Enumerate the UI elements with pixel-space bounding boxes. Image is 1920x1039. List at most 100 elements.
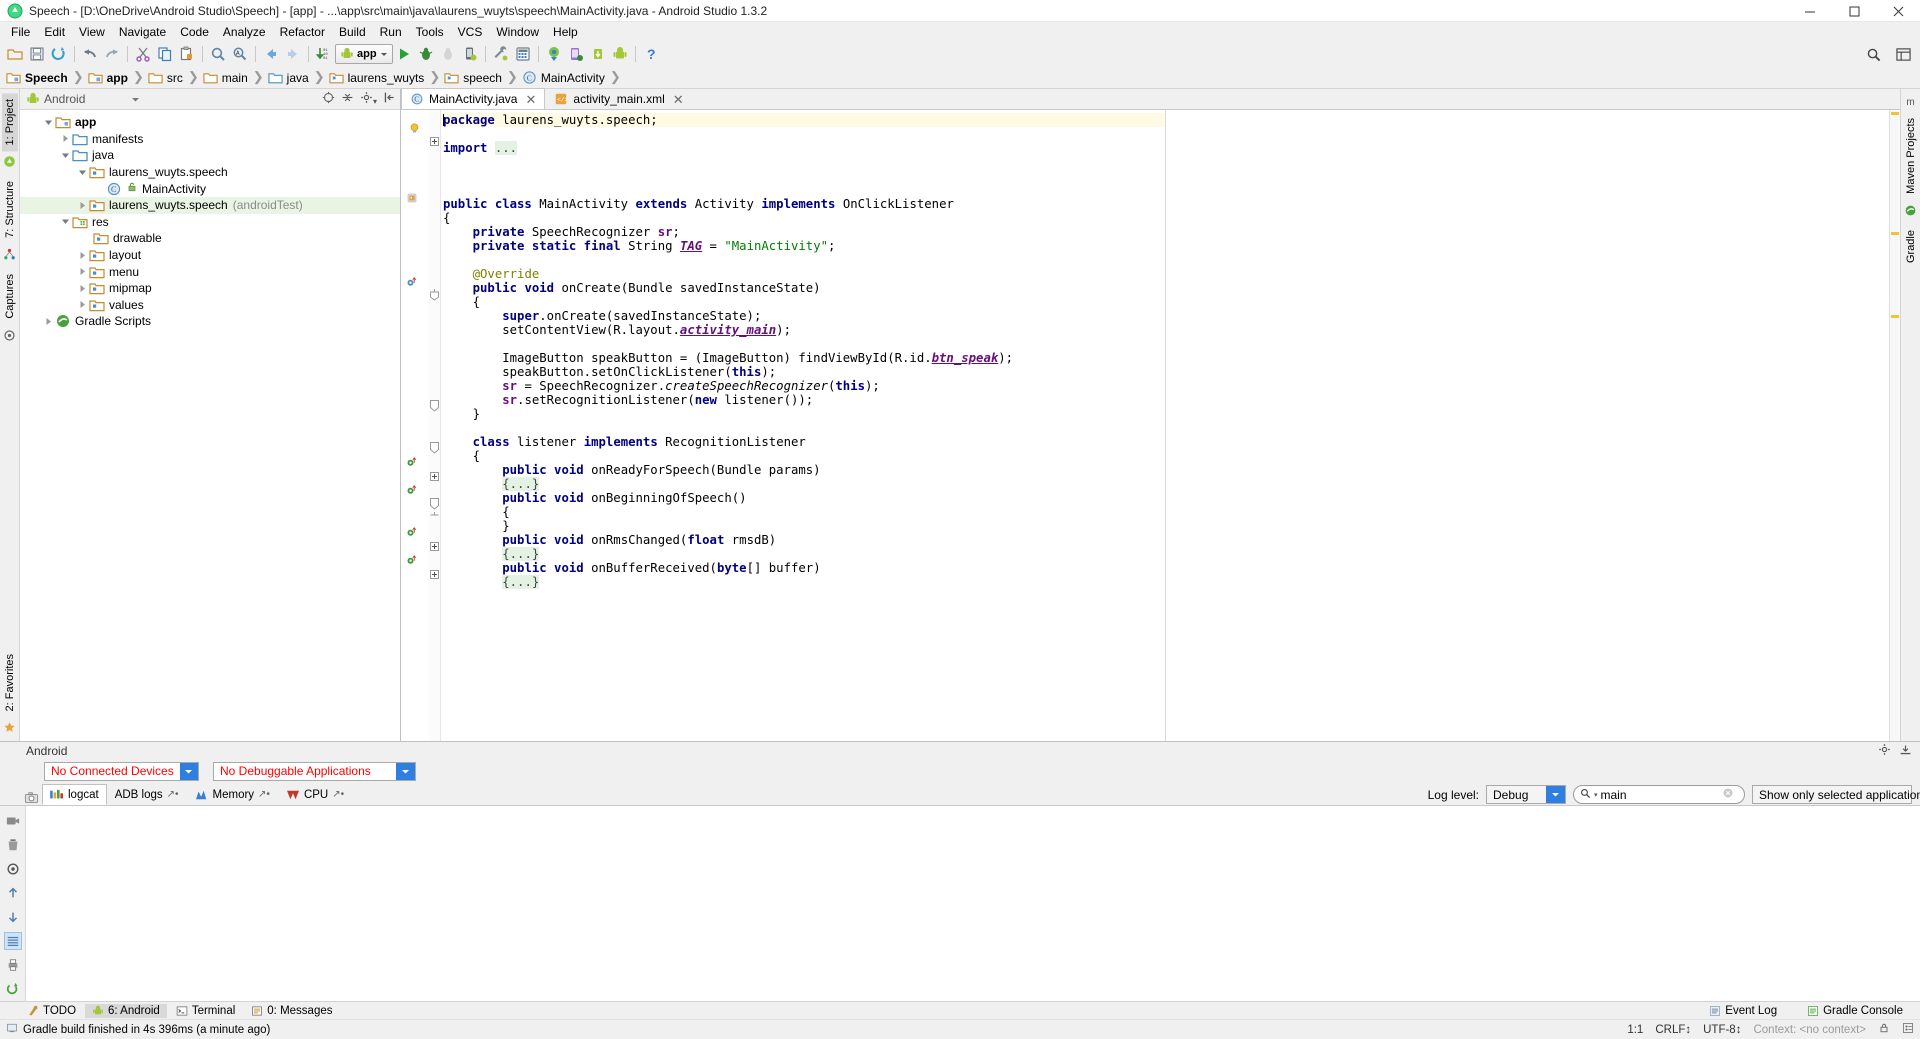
breadcrumb-item-java[interactable]: java bbox=[268, 67, 312, 89]
intention-bulb-icon[interactable] bbox=[408, 122, 421, 138]
close-icon[interactable]: ✕ bbox=[673, 93, 684, 106]
layout-icon[interactable] bbox=[1892, 43, 1914, 65]
inspection-icon[interactable] bbox=[1902, 1022, 1914, 1037]
fold-collapse-icon[interactable] bbox=[430, 498, 439, 513]
fold-collapse-icon[interactable] bbox=[430, 400, 439, 415]
menu-refactor[interactable]: Refactor bbox=[273, 23, 332, 41]
menu-tools[interactable]: Tools bbox=[409, 23, 451, 41]
device-selector[interactable]: No Connected Devices bbox=[44, 761, 199, 781]
encoding[interactable]: UTF-8↕ bbox=[1703, 1024, 1741, 1036]
target-icon[interactable] bbox=[322, 91, 335, 107]
fold-collapse-icon[interactable] bbox=[430, 512, 439, 527]
project-structure-icon[interactable] bbox=[565, 43, 587, 65]
chevron-right-icon[interactable] bbox=[76, 251, 89, 260]
sidebar-item-captures[interactable]: Captures bbox=[2, 268, 18, 325]
menu-help[interactable]: Help bbox=[546, 23, 585, 41]
sidebar-item-favorites[interactable]: 2: Favorites bbox=[2, 648, 18, 717]
chevron-down-icon[interactable] bbox=[1546, 786, 1565, 803]
sdk-manager-icon[interactable] bbox=[490, 43, 512, 65]
tool-button-messages[interactable]: 0: Messages bbox=[244, 1004, 339, 1018]
log-level-selector[interactable]: Debug bbox=[1486, 785, 1566, 804]
tree-item-layout[interactable]: layout bbox=[20, 247, 400, 264]
avd-manager-icon[interactable] bbox=[512, 43, 534, 65]
search-everywhere-icon[interactable] bbox=[1862, 43, 1884, 65]
sdk-update-icon[interactable] bbox=[587, 43, 609, 65]
tab-adb-logs[interactable]: ADB logs ↗• bbox=[107, 784, 187, 805]
menu-run[interactable]: Run bbox=[373, 23, 409, 41]
gradle-sync-icon[interactable] bbox=[543, 43, 565, 65]
editor-marker-bar[interactable] bbox=[1889, 110, 1900, 741]
scroll-to-end-icon[interactable] bbox=[3, 932, 22, 950]
detach-icon[interactable]: ↗• bbox=[258, 789, 270, 800]
implements-gutter-icon[interactable] bbox=[406, 554, 418, 569]
minimize-button[interactable] bbox=[1788, 0, 1832, 22]
sidebar-item-structure[interactable]: 7: Structure bbox=[2, 175, 18, 244]
menu-build[interactable]: Build bbox=[332, 23, 373, 41]
implements-gutter-icon[interactable] bbox=[406, 526, 418, 541]
tab-mainactivity-java[interactable]: C MainActivity.java ✕ bbox=[401, 88, 546, 109]
chevron-down-icon[interactable] bbox=[76, 168, 89, 177]
menu-view[interactable]: View bbox=[72, 23, 112, 41]
code-editor[interactable]: package laurens_wuyts.speech; import ...… bbox=[441, 110, 1165, 741]
settings-icon[interactable] bbox=[1878, 743, 1891, 759]
tool-button-todo[interactable]: TODO bbox=[20, 1004, 83, 1018]
fold-collapse-icon[interactable] bbox=[430, 289, 439, 304]
gc-icon[interactable] bbox=[4, 860, 22, 878]
print-icon[interactable] bbox=[4, 956, 22, 974]
tree-item-app[interactable]: app bbox=[20, 114, 400, 131]
chevron-down-icon[interactable] bbox=[179, 762, 198, 780]
scroll-down-icon[interactable] bbox=[4, 908, 22, 926]
breadcrumb-item-speech[interactable]: Speech bbox=[6, 67, 71, 89]
chevron-right-icon[interactable] bbox=[76, 267, 89, 276]
tree-item-gradle-scripts[interactable]: Gradle Scripts bbox=[20, 313, 400, 330]
line-separator[interactable]: CRLF↕ bbox=[1655, 1024, 1691, 1036]
fold-expand-icon[interactable] bbox=[430, 135, 439, 149]
chevron-down-icon[interactable] bbox=[59, 151, 72, 160]
chevron-right-icon[interactable] bbox=[76, 300, 89, 309]
tree-item-java[interactable]: java bbox=[20, 147, 400, 164]
override-gutter-icon[interactable] bbox=[406, 276, 418, 291]
warning-marker[interactable] bbox=[1891, 112, 1899, 115]
screenshot-icon[interactable] bbox=[20, 791, 42, 805]
sidebar-item-maven-projects[interactable]: Maven Projects bbox=[1903, 112, 1919, 200]
menu-navigate[interactable]: Navigate bbox=[112, 23, 173, 41]
menu-window[interactable]: Window bbox=[489, 23, 546, 41]
replace-icon[interactable]: A bbox=[229, 43, 251, 65]
hide-panel-icon[interactable] bbox=[383, 91, 396, 107]
chevron-down-icon[interactable] bbox=[59, 217, 72, 226]
sidebar-item-gradle[interactable]: Gradle bbox=[1903, 224, 1919, 269]
lock-icon[interactable] bbox=[1878, 1022, 1890, 1037]
tree-item-drawable[interactable]: drawable bbox=[20, 230, 400, 247]
chevron-right-icon[interactable] bbox=[76, 201, 89, 210]
compile-icon[interactable]: 01 10 01 bbox=[313, 43, 335, 65]
tab-cpu[interactable]: CPU ↗• bbox=[278, 784, 352, 805]
menu-analyze[interactable]: Analyze bbox=[216, 23, 273, 41]
find-icon[interactable] bbox=[207, 43, 229, 65]
close-icon[interactable]: ✕ bbox=[525, 93, 536, 106]
class-gutter-icon[interactable] bbox=[406, 192, 418, 207]
breadcrumb-item-app[interactable]: app bbox=[87, 67, 131, 89]
context-indicator[interactable]: Context: <no context> bbox=[1753, 1024, 1866, 1036]
breadcrumb-item-mainactivity[interactable]: C MainActivity bbox=[522, 67, 608, 89]
tree-item-mipmap[interactable]: mipmap bbox=[20, 280, 400, 297]
menu-file[interactable]: File bbox=[4, 23, 37, 41]
fold-expand-icon[interactable] bbox=[430, 470, 439, 484]
tree-item-menu[interactable]: menu bbox=[20, 263, 400, 280]
search-dropdown-icon[interactable]: ▾ bbox=[1594, 791, 1598, 799]
help-icon[interactable]: ? bbox=[640, 43, 662, 65]
logcat-filter-selector[interactable]: Show only selected application bbox=[1752, 785, 1920, 804]
logcat-output[interactable] bbox=[26, 806, 1920, 1001]
sidebar-item-project[interactable]: 1: Project bbox=[1, 93, 18, 152]
tool-button-terminal[interactable]: Terminal bbox=[169, 1004, 242, 1018]
attach-debugger-icon[interactable] bbox=[437, 43, 459, 65]
tree-item-values[interactable]: values bbox=[20, 297, 400, 314]
chevron-right-icon[interactable] bbox=[59, 134, 72, 143]
warning-marker[interactable] bbox=[1891, 232, 1899, 235]
caret-position[interactable]: 1:1 bbox=[1627, 1024, 1643, 1036]
debug-icon[interactable] bbox=[415, 43, 437, 65]
tree-item-manifests[interactable]: manifests bbox=[20, 131, 400, 148]
clear-search-icon[interactable] bbox=[1722, 787, 1734, 802]
tree-item-package-androidtest[interactable]: laurens_wuyts.speech (androidTest) bbox=[20, 196, 400, 214]
editor-fold-column[interactable] bbox=[429, 110, 441, 741]
open-folder-icon[interactable] bbox=[4, 43, 26, 65]
